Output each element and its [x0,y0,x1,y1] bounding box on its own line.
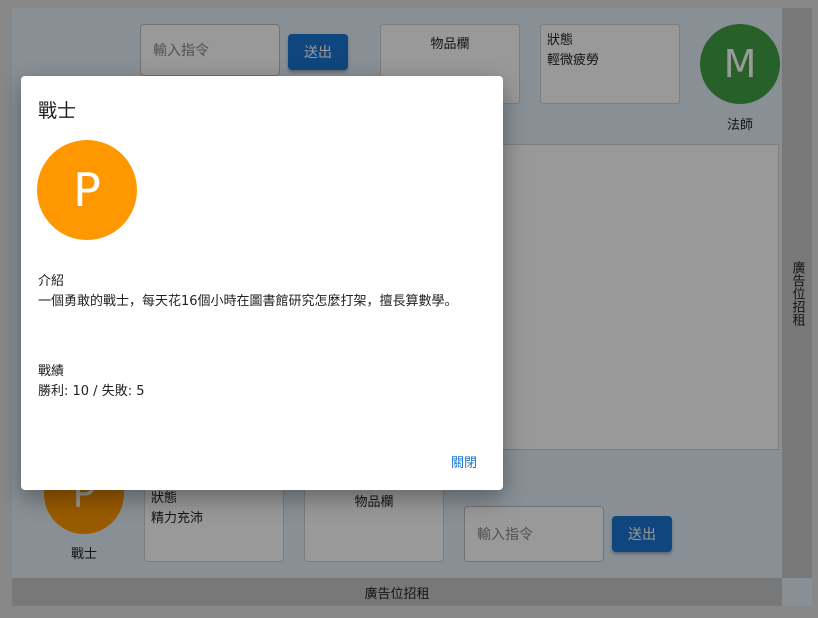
intro-text: 一個勇敢的戰士，每天花16個小時在圖書館研究怎麼打架，擅長算數學。 [38,294,458,309]
record-text: 勝利: 10 / 失敗: 5 [38,384,145,399]
dialog-avatar: P [37,140,137,240]
record-section: 戰績 勝利: 10 / 失敗: 5 [38,362,144,402]
intro-section: 介紹 一個勇敢的戰士，每天花16個小時在圖書館研究怎麼打架，擅長算數學。 [38,272,458,312]
close-button[interactable]: 關閉 [451,452,477,471]
dialog-avatar-letter: P [73,163,101,217]
character-dialog: 戰士 P 介紹 一個勇敢的戰士，每天花16個小時在圖書館研究怎麼打架，擅長算數學… [21,76,503,490]
intro-heading: 介紹 [38,274,65,289]
record-heading: 戰績 [38,364,65,379]
dialog-title: 戰士 [38,100,77,122]
